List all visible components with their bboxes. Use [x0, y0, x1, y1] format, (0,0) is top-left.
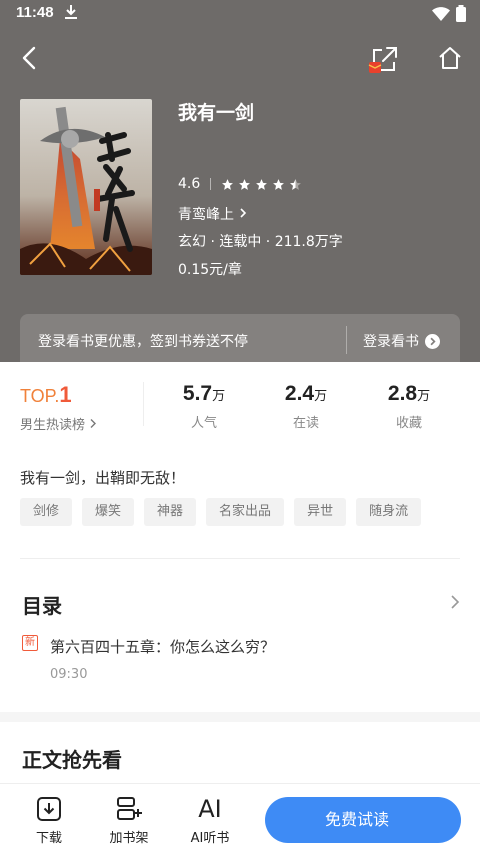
login-read-button[interactable]: 登录看书: [363, 331, 440, 351]
section-gap: [0, 712, 480, 722]
arrow-circle-icon: [425, 333, 440, 349]
star-icon: [222, 178, 234, 190]
favorites-unit: 万: [417, 388, 431, 403]
add-shelf-label: 加书架: [109, 831, 149, 846]
book-price: 0.15元/章: [178, 262, 242, 278]
favorites-value: 2.8: [387, 382, 418, 405]
chevron-right-icon: [90, 419, 97, 428]
tag-chip[interactable]: 爆笑: [82, 498, 135, 526]
tag-list: 剑修 爆笑 神器 名家出品 异世 随身流: [20, 498, 422, 526]
book-title: 我有一剑: [178, 102, 255, 124]
section-divider: [20, 558, 460, 559]
tag-chip[interactable]: 异世: [294, 498, 347, 526]
half-star-icon: [290, 178, 302, 190]
rank-list-link[interactable]: 男生热读榜: [20, 414, 97, 433]
download-button[interactable]: 下载: [19, 794, 79, 846]
reading-unit: 万: [314, 388, 328, 403]
toc-title[interactable]: 目录: [22, 590, 62, 619]
book-header: 11:48 我有一剑 4.6 青鸾峰上 玄幻 · 连载中 · 211.8万字 0…: [0, 0, 480, 366]
wifi-icon: [432, 6, 450, 21]
status-icons: [432, 5, 466, 22]
add-shelf-icon: [117, 797, 142, 820]
rating-stars: [221, 178, 302, 191]
author-link[interactable]: 青鸾峰上: [178, 204, 248, 224]
add-shelf-button[interactable]: 加书架: [99, 794, 159, 846]
download-status-icon: [64, 4, 78, 24]
status-time: 11:48: [16, 4, 54, 21]
download-icon: [37, 797, 61, 821]
stats-panel: TOP.1 男生热读榜 5.7万 人气 2.4万 在读 2.8万 收藏: [0, 362, 480, 442]
promo-text: 登录看书更优惠，签到书券送不停: [38, 334, 248, 350]
star-icon: [256, 178, 268, 190]
share-icon: [368, 47, 397, 73]
rating-score: 4.6: [178, 176, 201, 192]
login-read-label: 登录看书: [363, 334, 419, 350]
rank-title: TOP.1: [20, 382, 97, 408]
promo-divider: [346, 326, 347, 354]
stat-popularity: 5.7万 人气: [164, 382, 244, 431]
status-bar: 11:48: [0, 0, 480, 28]
rank-number: 1: [59, 382, 72, 407]
download-label: 下载: [35, 831, 62, 846]
home-icon: [439, 47, 461, 69]
tag-chip[interactable]: 剑修: [20, 498, 73, 526]
popularity-unit: 万: [212, 388, 226, 403]
battery-icon: [456, 5, 466, 22]
stat-favorites: 2.8万 收藏: [369, 382, 449, 431]
preview-title: 正文抢先看: [22, 748, 122, 772]
stats-divider: [143, 382, 144, 426]
book-cover[interactable]: [20, 99, 152, 275]
ai-listen-icon: AI: [198, 795, 222, 823]
favorites-label: 收藏: [395, 416, 422, 431]
popularity-label: 人气: [190, 416, 217, 431]
home-button[interactable]: [436, 44, 464, 72]
tag-chip[interactable]: 神器: [144, 498, 197, 526]
reading-label: 在读: [292, 416, 319, 431]
share-button[interactable]: [368, 44, 400, 76]
login-promo-banner: 登录看书更优惠，签到书券送不停 登录看书: [20, 314, 460, 366]
toc-chevron-icon[interactable]: [450, 594, 460, 614]
book-slogan: 我有一剑，出鞘即无敌！: [20, 469, 186, 487]
tag-chip[interactable]: 随身流: [356, 498, 422, 526]
stat-reading: 2.4万 在读: [266, 382, 346, 431]
chapter-update-time: 09:30: [50, 667, 88, 682]
rank-badge[interactable]: TOP.1 男生热读榜: [20, 382, 97, 433]
popularity-value: 5.7: [182, 382, 213, 405]
reading-value: 2.4: [284, 382, 315, 405]
rank-prefix: TOP.: [20, 386, 60, 406]
tag-chip[interactable]: 名家出品: [206, 498, 285, 526]
author-name: 青鸾峰上: [178, 207, 234, 223]
ai-listen-label: AI听书: [190, 831, 230, 846]
star-icon: [273, 178, 285, 190]
bottom-action-bar: 下载 加书架 AI AI听书 免费试读: [0, 783, 480, 854]
new-badge: 新: [22, 635, 38, 651]
latest-chapter[interactable]: 第六百四十五章：你怎么这么穷？: [50, 636, 275, 657]
book-meta: 玄幻 · 连载中 · 211.8万字: [178, 234, 343, 250]
rating-row: 4.6: [178, 176, 302, 192]
ai-listen-button[interactable]: AI AI听书: [180, 794, 240, 846]
chevron-right-icon: [240, 208, 247, 218]
rating-divider: [210, 178, 212, 190]
back-button[interactable]: [16, 44, 44, 72]
star-icon: [239, 178, 251, 190]
free-read-button[interactable]: 免费试读: [265, 797, 461, 843]
rank-list-label: 男生热读榜: [20, 418, 86, 433]
